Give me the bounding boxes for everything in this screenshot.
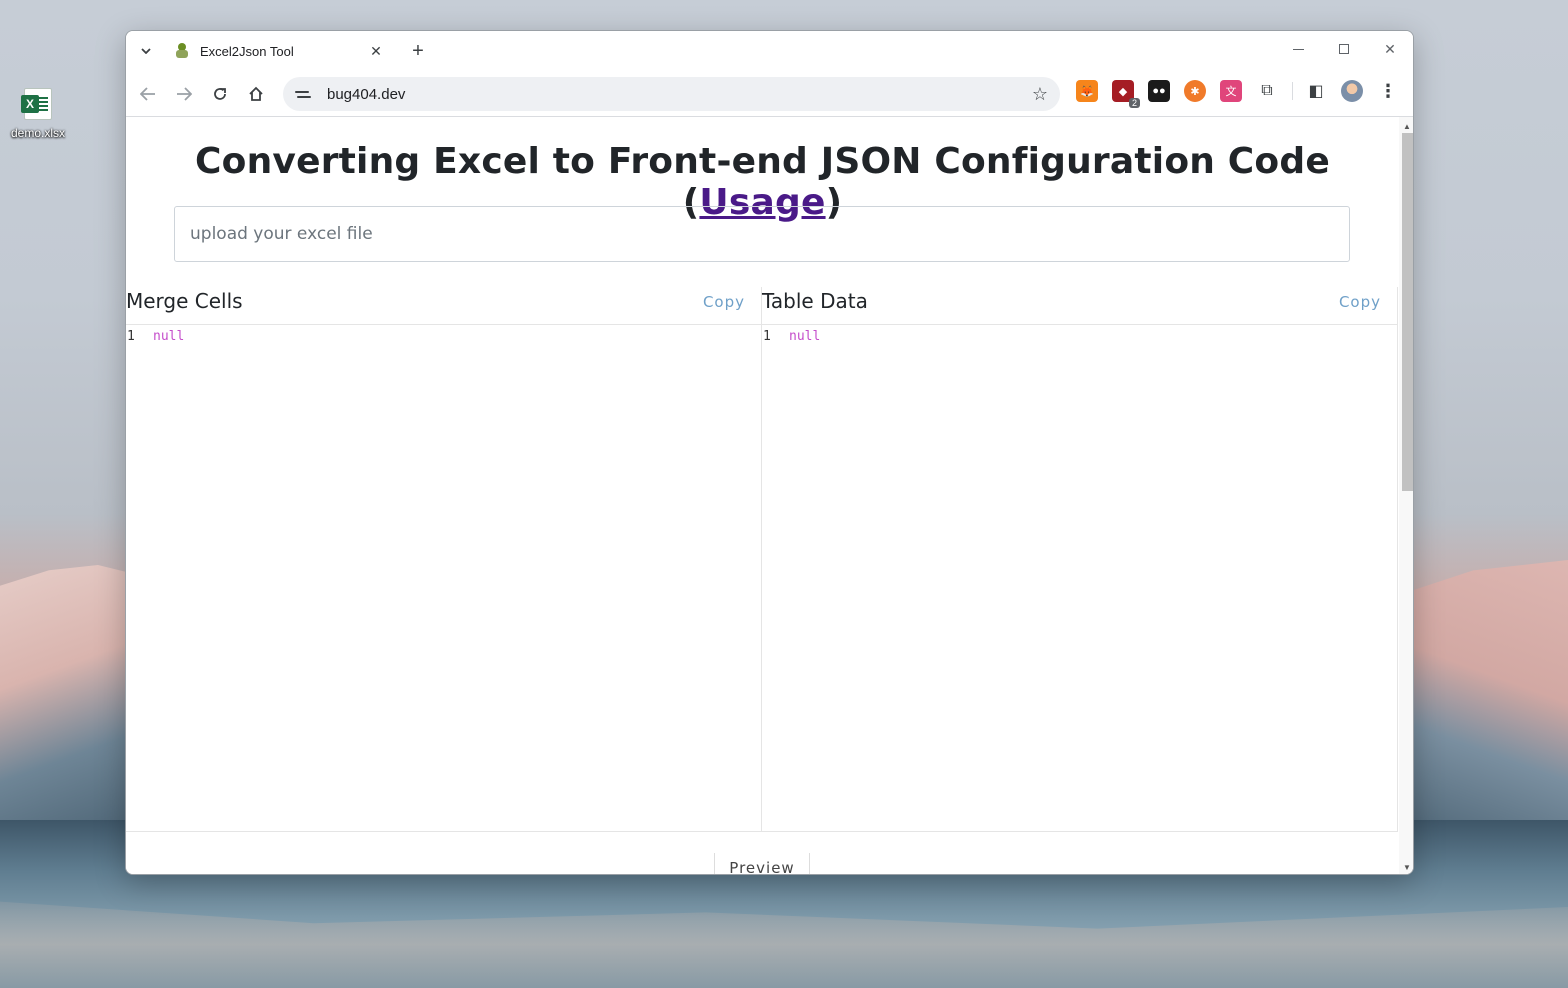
translate-extension-icon[interactable]: 文	[1220, 80, 1242, 102]
page-viewport: Converting Excel to Front-end JSON Confi…	[126, 117, 1413, 874]
scroll-down-arrow-icon[interactable]: ▼	[1399, 860, 1413, 874]
panel-header: Table Data Copy	[762, 287, 1397, 325]
panels-divider	[126, 831, 1398, 832]
table-data-panel: Table Data Copy 1 null	[762, 287, 1398, 832]
desktop-file-icon[interactable]: X demo.xlsx	[6, 88, 70, 144]
bookmark-star-icon[interactable]: ☆	[1032, 84, 1048, 105]
tab-bar: Excel2Json Tool ✕ + ✕	[126, 31, 1413, 71]
reload-icon[interactable]	[206, 80, 234, 108]
orange-extension-icon[interactable]: ✱	[1184, 80, 1206, 102]
preview-button[interactable]: Preview	[714, 853, 810, 874]
new-tab-button[interactable]: +	[406, 39, 430, 63]
line-number: 1	[127, 329, 135, 344]
table-data-title: Table Data	[762, 289, 868, 313]
back-arrow-icon[interactable]	[134, 80, 162, 108]
maximize-icon	[1339, 44, 1349, 54]
extensions-puzzle-icon[interactable]: ⧉	[1256, 80, 1278, 102]
extension-badge: 2	[1128, 98, 1140, 108]
merge-cells-copy-button[interactable]: Copy	[703, 293, 745, 311]
browser-window: Excel2Json Tool ✕ + ✕ bug404.dev ☆ 🦊 ◆ 2…	[125, 30, 1414, 875]
browser-toolbar: bug404.dev ☆ 🦊 ◆ 2 ●● ✱ 文 ⧉ ◧ ⋮	[126, 71, 1413, 117]
toolbar-separator	[1292, 82, 1293, 100]
minimize-icon	[1292, 48, 1304, 50]
minimize-button[interactable]	[1275, 31, 1321, 67]
merge-cells-title: Merge Cells	[126, 289, 243, 313]
home-icon[interactable]	[242, 80, 270, 108]
ublock-shield-icon[interactable]: ◆ 2	[1112, 80, 1140, 108]
panel-header: Merge Cells Copy	[126, 287, 761, 325]
desktop-wallpaper-hill-left	[0, 565, 140, 825]
page-scrollbar[interactable]: ▲ ▼	[1399, 117, 1413, 874]
forward-arrow-icon[interactable]	[170, 80, 198, 108]
site-favicon-icon	[174, 43, 190, 59]
code-value: null	[153, 329, 185, 344]
code-editor-line[interactable]: 1 null	[126, 329, 761, 344]
tab-close-icon[interactable]: ✕	[368, 43, 384, 60]
more-menu-icon[interactable]: ⋮	[1379, 81, 1397, 102]
window-controls: ✕	[1275, 31, 1413, 67]
code-value: null	[789, 329, 821, 344]
scroll-thumb[interactable]	[1402, 133, 1413, 491]
line-number: 1	[763, 329, 771, 344]
extensions-row: 🦊 ◆ 2 ●● ✱ 文 ⧉ ◧ ⋮	[1076, 80, 1397, 108]
scroll-up-arrow-icon[interactable]: ▲	[1399, 119, 1413, 133]
owl-extension-icon[interactable]: ●●	[1148, 80, 1170, 102]
address-bar[interactable]: bug404.dev ☆	[283, 77, 1060, 111]
excel-file-icon: X	[21, 88, 52, 120]
metamask-fox-icon[interactable]: 🦊	[1076, 80, 1098, 102]
tab-search-chevron-down-icon[interactable]	[134, 39, 158, 63]
desktop-file-label: demo.xlsx	[10, 126, 66, 140]
code-editor-line[interactable]: 1 null	[762, 329, 1397, 344]
merge-cells-panel: Merge Cells Copy 1 null	[126, 287, 762, 832]
excel-upload-input[interactable]: upload your excel file	[174, 206, 1350, 262]
table-data-copy-button[interactable]: Copy	[1339, 293, 1381, 311]
desktop-wallpaper-hill-right	[1410, 560, 1568, 820]
maximize-button[interactable]	[1321, 31, 1367, 67]
url-text[interactable]: bug404.dev	[327, 86, 1032, 103]
site-info-tune-icon[interactable]	[295, 84, 315, 104]
side-panel-icon[interactable]: ◧	[1305, 80, 1327, 102]
tab-excel2json[interactable]: Excel2Json Tool ✕	[164, 35, 394, 67]
tab-title: Excel2Json Tool	[200, 43, 294, 59]
profile-avatar[interactable]	[1341, 80, 1363, 102]
close-window-button[interactable]: ✕	[1367, 31, 1413, 67]
